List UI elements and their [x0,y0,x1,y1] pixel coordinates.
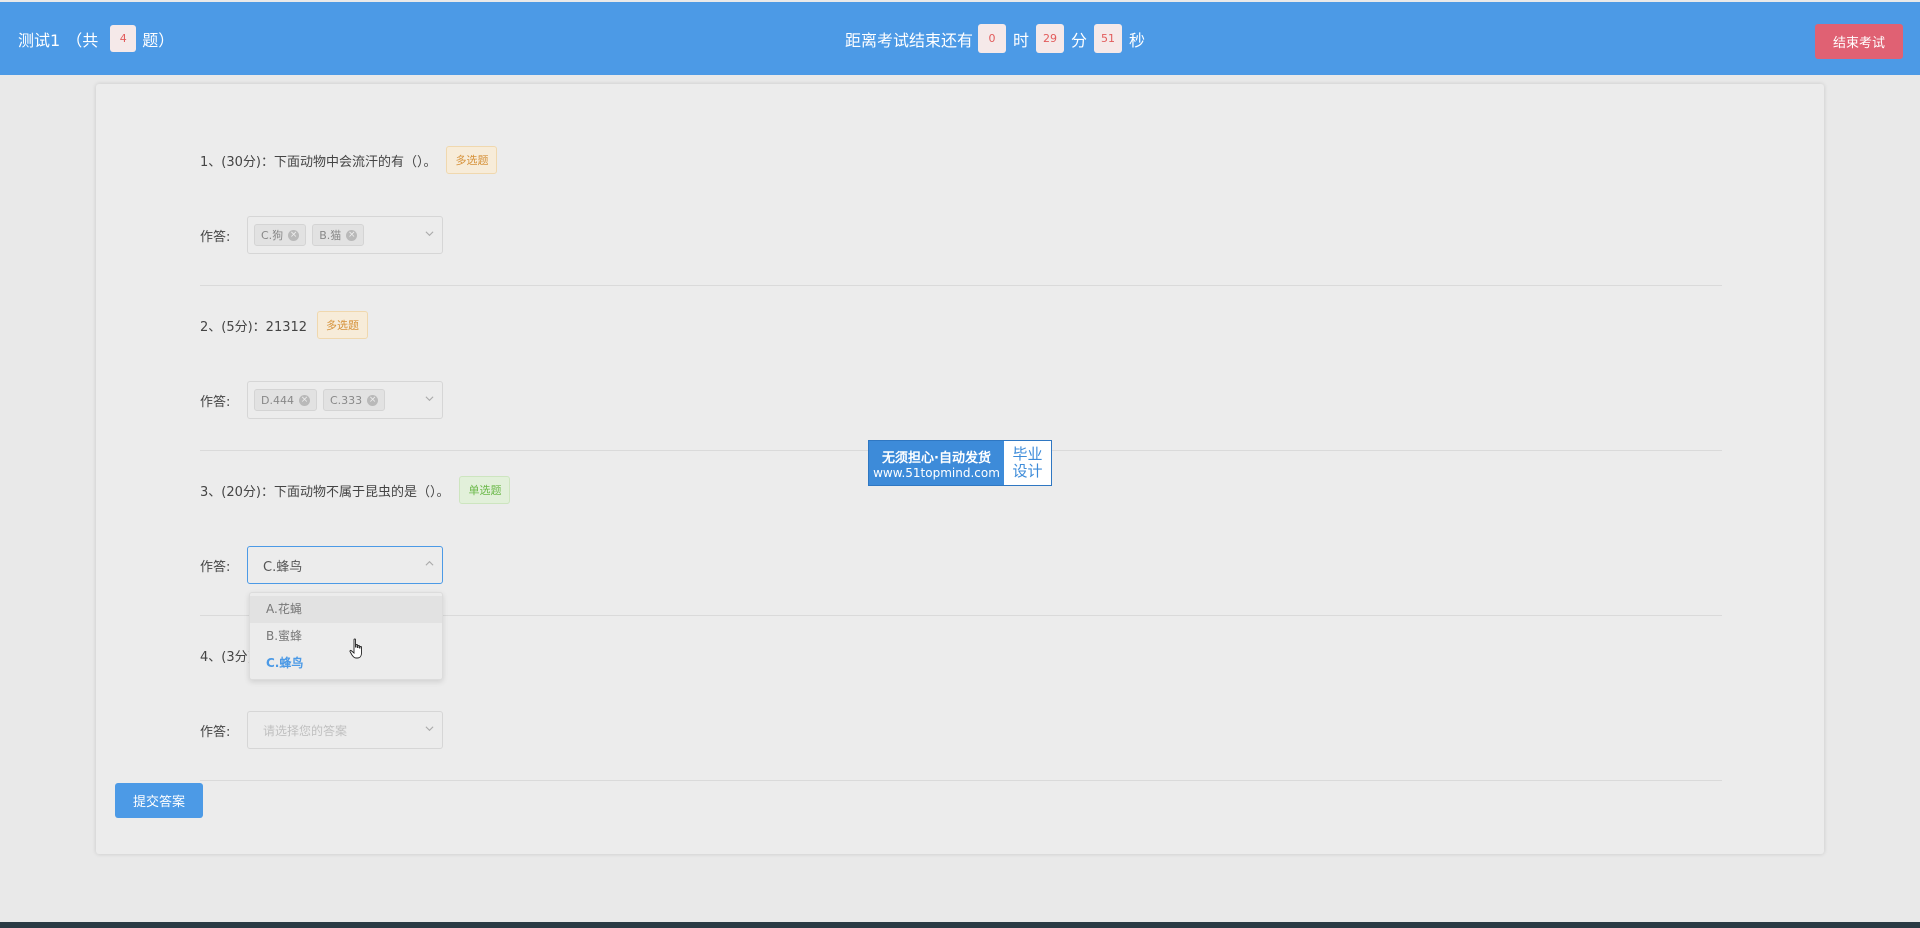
watermark-right-2: 设计 [1012,462,1043,480]
top-bar: 测试1 （共 4 题） 距离考试结束还有 0 时 29 分 51 秒 结束考试 [0,2,1920,75]
question-3-options-dropdown: A.花蝇 B.蜜蜂 C.蜂鸟 [249,592,443,680]
selected-chip: C.333 × [322,389,386,411]
timer-minutes: 29 [1036,24,1065,53]
question-1-answer-row: 作答: C.狗 × B.猫 × [200,216,443,254]
timer-label: 距离考试结束还有 [845,30,974,50]
question-count-badge: 4 [110,25,137,52]
exam-title: 测试1 （共 4 题） [18,2,174,75]
dropdown-option-selected[interactable]: C.蜂鸟 [250,650,442,677]
answer-label: 作答: [200,724,231,740]
chip-remove-icon[interactable]: × [298,394,310,406]
taskbar-strip [0,922,1920,928]
question-2-answer-row: 作答: D.444 × C.333 × [200,381,443,419]
test-name: 测试1 [18,30,61,50]
chevron-up-icon [425,560,434,566]
question-3-header: 3、(20分)：下面动物不属于昆虫的是（）。 单选题 [200,476,511,504]
end-exam-button[interactable]: 结束考试 [1815,24,1903,59]
select-placeholder: 请选择您的答案 [263,723,348,738]
chevron-down-icon [425,396,434,402]
question-count-close: 题） [142,30,175,50]
chip-label: B.猫 [319,229,342,242]
chip-remove-icon[interactable]: × [367,394,379,406]
question-count-open: （共 [66,30,99,50]
question-1-text: 1、(30分)：下面动物中会流汗的有（）。 [200,154,437,170]
answer-label: 作答: [200,229,231,245]
selected-chip: B.猫 × [312,224,365,246]
question-1: 1、(30分)：下面动物中会流汗的有（）。 多选题 作答: C.狗 × B.猫 … [200,146,1722,286]
chip-remove-icon[interactable]: × [288,229,300,241]
question-2-text: 2、(5分)：21312 [200,319,308,335]
watermark-line-2: www.51topmind.com [873,465,1000,480]
watermark-banner: 无须担心·自动发货 www.51topmind.com 毕业 设计 [868,440,1052,486]
answer-label: 作答: [200,394,231,410]
submit-answers-button[interactable]: 提交答案 [115,783,203,818]
timer-seconds: 51 [1094,24,1123,53]
watermark-left: 无须担心·自动发货 www.51topmind.com [869,441,1004,485]
chip-remove-icon[interactable]: × [346,229,358,241]
question-2-type-tag: 多选题 [317,311,369,339]
question-1-type-tag: 多选题 [446,146,498,174]
timer-minutes-unit: 分 [1071,30,1088,50]
answer-label: 作答: [200,559,231,575]
question-4-answer-row: 作答: 请选择您的答案 [200,711,443,749]
question-4-text: 4、(3分) [200,649,253,665]
question-4-header: 4、(3分) [200,641,253,669]
selected-value: C.蜂鸟 [263,559,303,575]
question-3-text: 3、(20分)：下面动物不属于昆虫的是（）。 [200,484,450,500]
chevron-down-icon [425,231,434,237]
chip-label: C.狗 [261,229,284,242]
watermark-right-1: 毕业 [1012,445,1043,463]
timer-hours-unit: 时 [1013,30,1030,50]
watermark-line-1: 无须担心·自动发货 [882,450,991,466]
hand-pointer-icon [349,638,362,659]
selected-chip: D.444 × [254,389,317,411]
dropdown-option[interactable]: A.花蝇 [250,596,442,623]
dropdown-option[interactable]: B.蜜蜂 [250,623,442,650]
question-3-single-select[interactable]: C.蜂鸟 [247,546,443,584]
timer-hours: 0 [978,24,1007,53]
timer-seconds-unit: 秒 [1129,30,1146,50]
countdown-timer: 距离考试结束还有 0 时 29 分 51 秒 [845,2,1147,75]
question-4-select[interactable]: 请选择您的答案 [247,711,443,749]
chip-label: C.333 [329,393,363,407]
question-3-type-tag: 单选题 [459,476,511,504]
chip-label: D.444 [261,393,294,407]
question-1-header: 1、(30分)：下面动物中会流汗的有（）。 多选题 [200,146,498,174]
question-2: 2、(5分)：21312 多选题 作答: D.444 × C.333 × [200,311,1722,451]
chevron-down-icon [425,726,434,732]
watermark-right: 毕业 设计 [1004,441,1051,485]
question-2-header: 2、(5分)：21312 多选题 [200,311,369,339]
question-2-multi-select[interactable]: D.444 × C.333 × [247,381,443,419]
question-3-answer-row: 作答: C.蜂鸟 [200,546,443,584]
selected-chip: C.狗 × [254,224,307,246]
question-1-multi-select[interactable]: C.狗 × B.猫 × [247,216,443,254]
